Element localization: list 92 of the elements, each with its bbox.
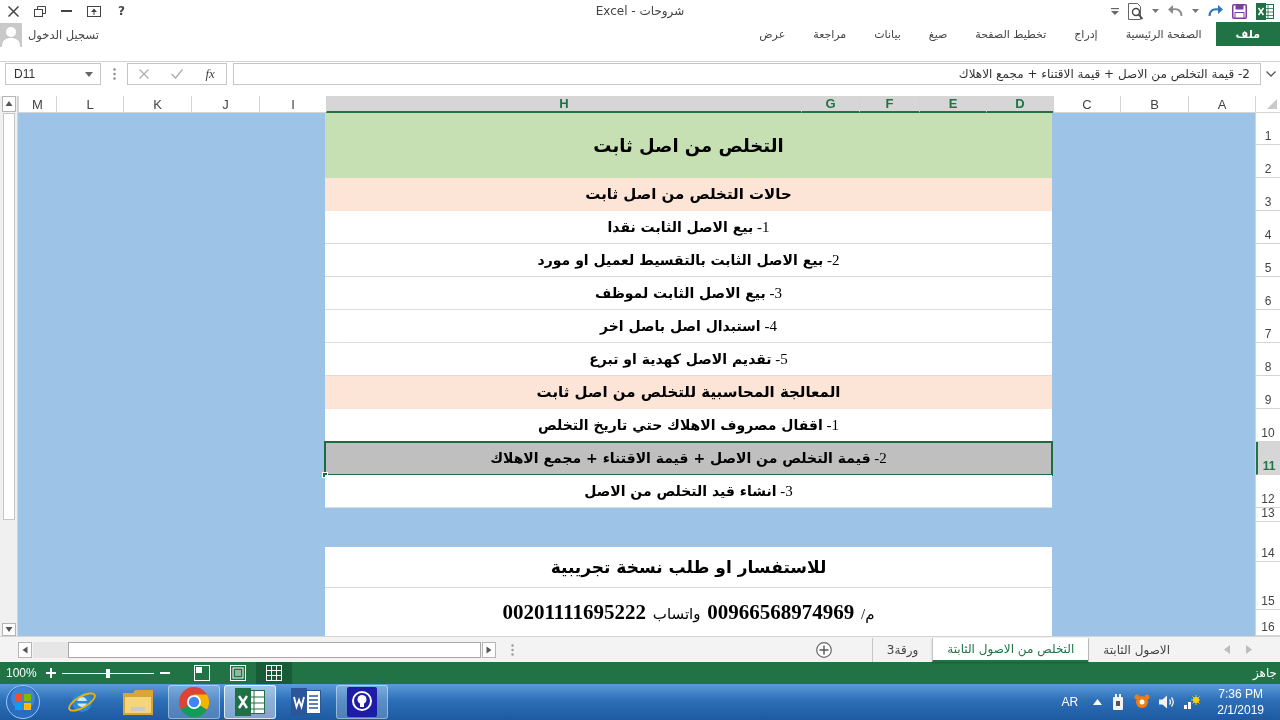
sign-in-link[interactable]: تسجيل الدخول	[28, 28, 99, 42]
column-header[interactable]: F	[859, 96, 919, 113]
show-hidden-icons-icon[interactable]	[1093, 699, 1103, 705]
sheet-tab[interactable]: التخلص من الاصول الثابتة	[932, 637, 1089, 662]
splash-icon[interactable]	[1134, 694, 1151, 710]
dropdown-caret-icon	[85, 71, 93, 77]
print-preview-icon[interactable]	[1128, 2, 1143, 20]
row-header[interactable]: 2	[1256, 145, 1280, 178]
row-header[interactable]: 15	[1256, 562, 1280, 610]
taskbar-button[interactable]	[336, 685, 388, 719]
ribbon-tab[interactable]: صيغ	[914, 22, 962, 46]
zoom-slider-thumb[interactable]	[106, 668, 110, 678]
caret-icon[interactable]	[1192, 9, 1199, 13]
column-header[interactable]: M	[18, 96, 56, 113]
column-header[interactable]: I	[259, 96, 326, 113]
row-header[interactable]: 12	[1256, 475, 1280, 508]
row-header[interactable]: 3	[1256, 178, 1280, 211]
row-header[interactable]: 1	[1256, 113, 1280, 145]
close-icon[interactable]	[8, 5, 19, 17]
row-header[interactable]: 14	[1256, 522, 1280, 562]
scroll-right-icon[interactable]	[482, 641, 496, 658]
network-icon[interactable]	[1184, 695, 1201, 709]
more-options-icon[interactable]	[511, 643, 514, 656]
zoom-in-icon[interactable]	[46, 668, 56, 678]
scrollbar-thumb[interactable]	[2, 113, 15, 520]
caret-icon[interactable]	[1152, 9, 1159, 13]
customize-toolbar-icon[interactable]	[1111, 7, 1119, 15]
column-header[interactable]: H	[326, 96, 801, 113]
row-header[interactable]: 4	[1256, 211, 1280, 244]
page-break-view-icon	[194, 665, 210, 681]
clock-date[interactable]: 2/1/2019	[1217, 702, 1264, 718]
sheet-tab[interactable]: ورقة3	[871, 637, 933, 662]
sheet-title: التخلص من اصل ثابت	[325, 113, 1052, 178]
document-icon	[291, 688, 321, 716]
round-logo-icon	[179, 687, 209, 717]
zoom-slider[interactable]	[62, 668, 154, 678]
ribbon-tab[interactable]: إدراج	[1060, 22, 1112, 46]
ribbon-tab[interactable]: عرض	[745, 22, 800, 46]
expand-icon[interactable]	[1266, 71, 1276, 77]
language-indicator[interactable]: AR	[1061, 695, 1079, 709]
ribbon-tab[interactable]: مراجعة	[799, 22, 861, 46]
status-text: جاهز	[1252, 665, 1278, 682]
taskbar-button[interactable]	[224, 685, 276, 719]
scroll-left-icon[interactable]	[18, 641, 32, 658]
lightbulb-icon	[347, 687, 377, 717]
spreadsheet-icon	[235, 688, 265, 716]
new-sheet-icon[interactable]	[815, 641, 832, 658]
column-header[interactable]: L	[56, 96, 123, 113]
view-button[interactable]	[256, 662, 292, 684]
scroll-up-icon[interactable]	[1, 96, 16, 112]
column-header[interactable]: J	[191, 96, 259, 113]
row-header[interactable]: 13	[1256, 508, 1280, 522]
insert-function-button[interactable]: fx	[205, 66, 215, 82]
row-header[interactable]: 6	[1256, 277, 1280, 310]
column-header[interactable]: A	[1188, 96, 1255, 113]
formula-field[interactable]: 2- قيمة التخلص من الاصل + قيمة الاقتناء + مجمع الاهلاك	[233, 63, 1261, 85]
window-title: شروحات - Excel	[595, 4, 685, 18]
redo-icon[interactable]	[1208, 5, 1223, 17]
name-box[interactable]: D11	[5, 63, 101, 85]
save-icon[interactable]	[1232, 3, 1247, 19]
speaker-icon[interactable]	[1159, 695, 1176, 709]
column-header[interactable]: B	[1120, 96, 1188, 113]
row-header[interactable]: 7	[1256, 310, 1280, 343]
ribbon-tab[interactable]: بيانات	[860, 22, 915, 46]
restore-icon[interactable]	[34, 5, 46, 17]
section-heading: حالات التخلص من اصل ثابت	[325, 178, 1052, 211]
ribbon-tab[interactable]: الصفحة الرئيسية	[1111, 22, 1216, 46]
row-header[interactable]: 8	[1256, 343, 1280, 376]
page-layout-view-icon	[230, 665, 246, 681]
check-icon[interactable]	[171, 69, 184, 79]
undo-icon[interactable]	[1168, 5, 1183, 17]
clock-time[interactable]: 7:36 PM	[1218, 686, 1263, 702]
column-header[interactable]: K	[123, 96, 191, 113]
folder-icon	[123, 689, 153, 715]
ribbon-tab[interactable]: ملف	[1215, 22, 1280, 46]
column-header[interactable]: G	[801, 96, 859, 113]
column-header[interactable]: E	[919, 96, 986, 113]
row-header[interactable]: 5	[1256, 244, 1280, 277]
more-options-icon[interactable]	[113, 68, 116, 80]
help-button[interactable]: ?	[116, 4, 127, 18]
row-header[interactable]: 11	[1256, 442, 1280, 475]
zoom-level[interactable]: 100%	[0, 666, 46, 680]
grid-view-icon	[266, 665, 282, 681]
section-heading: المعالجة المحاسبية للتخلص من اصل ثابت	[325, 376, 1052, 409]
scroll-down-icon[interactable]	[1, 623, 16, 636]
column-header[interactable]: D	[986, 96, 1053, 113]
ribbon-display-icon[interactable]	[87, 5, 101, 17]
column-header[interactable]: C	[1053, 96, 1120, 113]
start-button-icon[interactable]	[4, 685, 42, 719]
ribbon-tab[interactable]: تخطيط الصفحة	[961, 22, 1061, 46]
power-plug-icon[interactable]	[1111, 694, 1126, 710]
row-header[interactable]: 9	[1256, 376, 1280, 409]
